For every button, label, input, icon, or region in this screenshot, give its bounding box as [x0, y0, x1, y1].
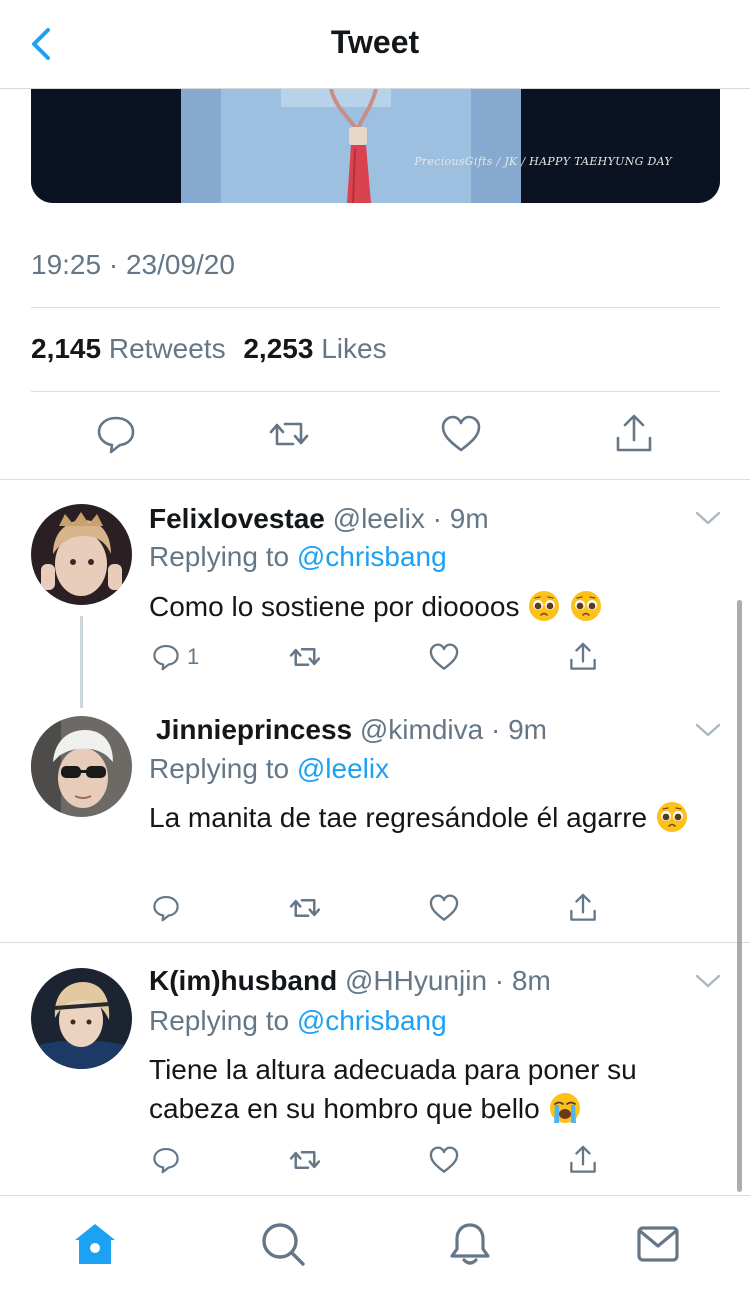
- reply-text-content: Como lo sostiene por dioooos: [149, 591, 520, 622]
- retweet-action[interactable]: [288, 640, 322, 674]
- thread-connector: [80, 616, 83, 708]
- reply-action-bar: 1: [149, 640, 619, 674]
- like-heart-icon[interactable]: [428, 641, 460, 673]
- retweet-count[interactable]: 2,145: [31, 333, 101, 364]
- display-name[interactable]: Jinnieprincess: [156, 714, 352, 745]
- likes-label[interactable]: Likes: [321, 333, 386, 364]
- replying-to-label: Replying to: [149, 753, 297, 784]
- scrollbar[interactable]: [737, 600, 742, 1192]
- reply-header: Jinnieprincess @kimdiva · 9m: [156, 714, 547, 746]
- bottom-tab-bar: [0, 1195, 750, 1294]
- tweet-stats: 2,145 Retweets 2,253 Likes: [31, 333, 397, 365]
- reply-icon[interactable]: [94, 412, 138, 456]
- divider: [0, 942, 750, 943]
- chevron-down-icon[interactable]: [695, 722, 721, 738]
- tweet-action-bar: [0, 412, 750, 460]
- like-action[interactable]: [428, 640, 460, 674]
- reply-header: K(im)husband @HHyunjin · 8m: [149, 965, 551, 997]
- like-heart-icon[interactable]: [439, 412, 483, 456]
- tweet-media-image[interactable]: PreciousGifts / JK / HAPPY TAEHYUNG DAY: [31, 89, 720, 203]
- reply-count: 1: [187, 644, 200, 669]
- reply-text: Como lo sostiene por dioooos: [149, 587, 709, 626]
- replying-to: Replying to @chrisbang: [149, 541, 447, 573]
- reply-action-bar: [149, 1143, 619, 1177]
- share-action[interactable]: [567, 640, 599, 674]
- divider: [0, 479, 750, 480]
- replying-to: Replying to @leelix: [149, 753, 389, 785]
- like-heart-icon[interactable]: [428, 1144, 460, 1176]
- reply-action[interactable]: [151, 1143, 181, 1177]
- share-icon[interactable]: [567, 1144, 599, 1176]
- messages-icon[interactable]: [634, 1220, 682, 1268]
- share-action[interactable]: [567, 891, 599, 925]
- handle-and-time: @leelix · 9m: [324, 503, 489, 534]
- like-action[interactable]: [428, 1143, 460, 1177]
- retweets-label[interactable]: Retweets: [109, 333, 226, 364]
- like-count[interactable]: 2,253: [243, 333, 313, 364]
- divider: [31, 391, 720, 392]
- search-icon[interactable]: [259, 1220, 307, 1268]
- mention-link[interactable]: @chrisbang: [297, 1005, 447, 1036]
- reply-icon[interactable]: [151, 1145, 181, 1175]
- handle-and-time: @HHyunjin · 8m: [337, 965, 551, 996]
- reply-icon[interactable]: [151, 893, 181, 923]
- image-watermark: PreciousGifts / JK / HAPPY TAEHYUNG DAY: [414, 155, 672, 168]
- avatar[interactable]: [31, 968, 132, 1069]
- retweet-action[interactable]: [288, 1143, 322, 1177]
- chevron-down-icon[interactable]: [695, 510, 721, 526]
- pleading-face-emoji-icon: [571, 591, 602, 621]
- retweet-icon[interactable]: [288, 1143, 322, 1177]
- like-heart-icon[interactable]: [428, 892, 460, 924]
- reply-text: Tiene la altura adecuada para poner su c…: [149, 1050, 709, 1128]
- avatar[interactable]: [31, 716, 132, 817]
- replying-to-label: Replying to: [149, 541, 297, 572]
- retweet-icon[interactable]: [288, 891, 322, 925]
- reply-action[interactable]: [151, 891, 181, 925]
- retweet-icon[interactable]: [267, 412, 311, 456]
- like-action[interactable]: [428, 891, 460, 925]
- reply-text: La manita de tae regresándole él agarre: [149, 798, 709, 837]
- mention-link[interactable]: @leelix: [297, 753, 389, 784]
- mention-link[interactable]: @chrisbang: [297, 541, 447, 572]
- reply-text-content: La manita de tae regresándole él agarre: [149, 802, 648, 833]
- share-action[interactable]: [567, 1143, 599, 1177]
- notifications-icon[interactable]: [446, 1220, 494, 1268]
- pleading-face-emoji-icon: [656, 802, 687, 832]
- share-icon[interactable]: [612, 412, 656, 456]
- share-icon[interactable]: [567, 892, 599, 924]
- home-icon[interactable]: [71, 1220, 119, 1268]
- replying-to-label: Replying to: [149, 1005, 297, 1036]
- tweet-timestamp: 19:25 · 23/09/20: [31, 249, 235, 280]
- divider: [31, 307, 720, 308]
- display-name[interactable]: Felixlovestae: [149, 503, 325, 534]
- top-bar: Tweet: [0, 0, 750, 89]
- reply-action-bar: [149, 891, 619, 925]
- display-name[interactable]: K(im)husband: [149, 965, 337, 996]
- retweet-action[interactable]: [288, 891, 322, 925]
- pleading-face-emoji-icon: [529, 591, 560, 621]
- handle-and-time: @kimdiva · 9m: [352, 714, 547, 745]
- reply-header: Felixlovestae @leelix · 9m: [149, 503, 489, 535]
- reply-icon[interactable]: [151, 642, 181, 672]
- avatar[interactable]: [31, 504, 132, 605]
- replying-to: Replying to @chrisbang: [149, 1005, 447, 1037]
- page-title: Tweet: [330, 24, 420, 60]
- chevron-down-icon[interactable]: [695, 973, 721, 989]
- loudly-crying-face-emoji-icon: [549, 1093, 580, 1123]
- share-icon[interactable]: [567, 641, 599, 673]
- reply-action[interactable]: 1: [151, 640, 199, 674]
- retweet-icon[interactable]: [288, 640, 322, 674]
